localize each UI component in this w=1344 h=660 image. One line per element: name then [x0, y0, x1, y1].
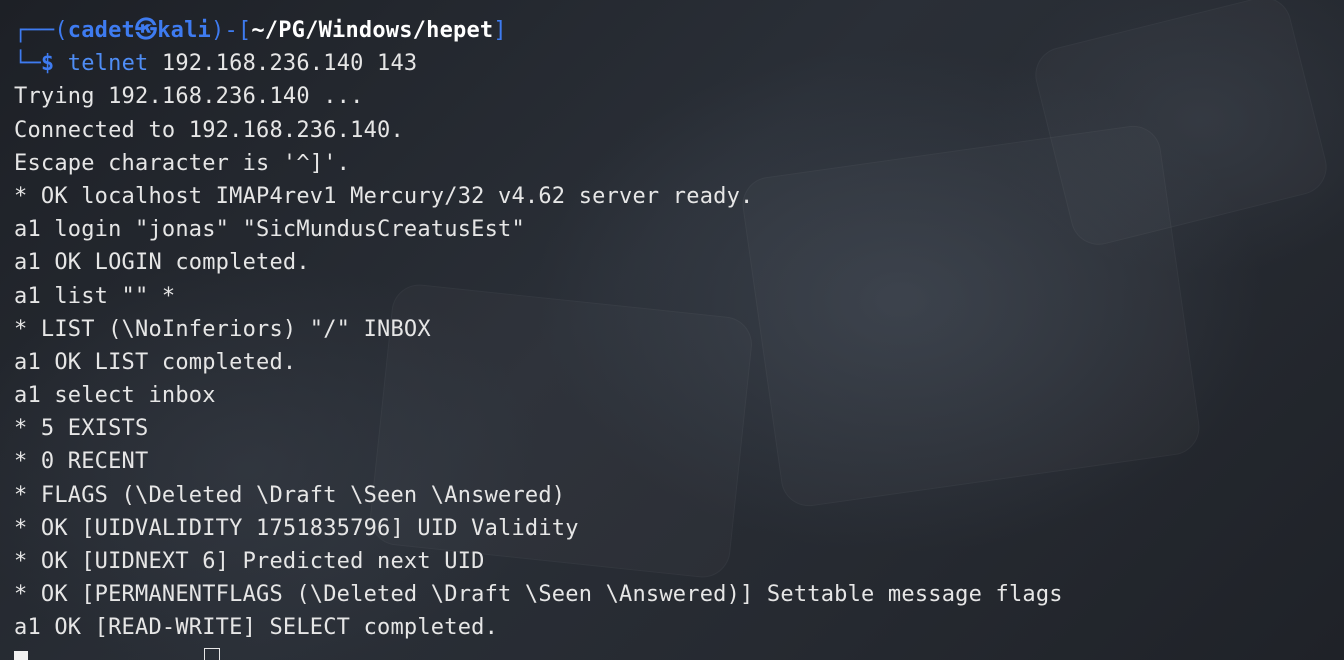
output-line: a1 select inbox: [14, 383, 216, 409]
prompt-box-top: ┌──(: [14, 18, 68, 43]
output-line: * 0 RECENT: [14, 449, 149, 475]
prompt-dollar: $: [40, 51, 55, 77]
output-line: a1 login "jonas" "SicMundusCreatusEst": [14, 217, 525, 243]
output-line: Trying 192.168.236.140 ...: [14, 84, 364, 110]
output-line: * OK [UIDVALIDITY 1751835796] UID Validi…: [14, 515, 579, 541]
output-line: * OK [PERMANENTFLAGS (\Deleted \Draft \S…: [14, 582, 1063, 608]
text-cursor: [14, 650, 28, 660]
output-line: a1 OK LIST completed.: [14, 349, 297, 375]
prompt-user: cadet: [67, 18, 136, 43]
prompt-host: kali: [157, 18, 211, 43]
command-args: 192.168.236.140 143: [148, 51, 418, 77]
prompt-close: ]: [493, 18, 507, 43]
unknown-glyph-icon: [204, 648, 220, 660]
prompt-path: ~/PG/Windows/hepet: [251, 18, 494, 43]
output-line: * LIST (\NoInferiors) "/" INBOX: [14, 316, 431, 342]
output-line: a1 list "" *: [14, 283, 176, 309]
output-line: * FLAGS (\Deleted \Draft \Seen \Answered…: [14, 482, 566, 508]
prompt-box-bottom: └─: [14, 51, 41, 77]
output-line: * OK [UIDNEXT 6] Predicted next UID: [14, 549, 485, 574]
output-line: * 5 EXISTS: [14, 416, 149, 442]
command-name: telnet: [67, 51, 149, 77]
output-line: * OK localhost IMAP4rev1 Mercury/32 v4.6…: [14, 183, 754, 209]
kali-at-icon: ㉿: [135, 18, 158, 43]
prompt-line-command: └─$ telnet 192.168.236.140 143: [14, 47, 1063, 80]
terminal-window[interactable]: ┌──(cadet㉿kali)-[~/PG/Windows/hepet] └─$…: [0, 0, 1344, 660]
output-line: Escape character is '^]'.: [14, 150, 351, 176]
wallpaper-shape: [1029, 0, 1332, 251]
output-line: a1 OK [READ-WRITE] SELECT completed.: [14, 615, 499, 641]
terminal-output: ┌──(cadet㉿kali)-[~/PG/Windows/hepet] └─$…: [14, 14, 1063, 660]
prompt-line-top: ┌──(cadet㉿kali)-[~/PG/Windows/hepet]: [14, 14, 1063, 47]
input-line[interactable]: [14, 645, 1063, 660]
output-line: Connected to 192.168.236.140.: [14, 117, 404, 143]
prompt-separator: )-[: [211, 18, 252, 43]
output-line: a1 OK LOGIN completed.: [14, 250, 310, 276]
